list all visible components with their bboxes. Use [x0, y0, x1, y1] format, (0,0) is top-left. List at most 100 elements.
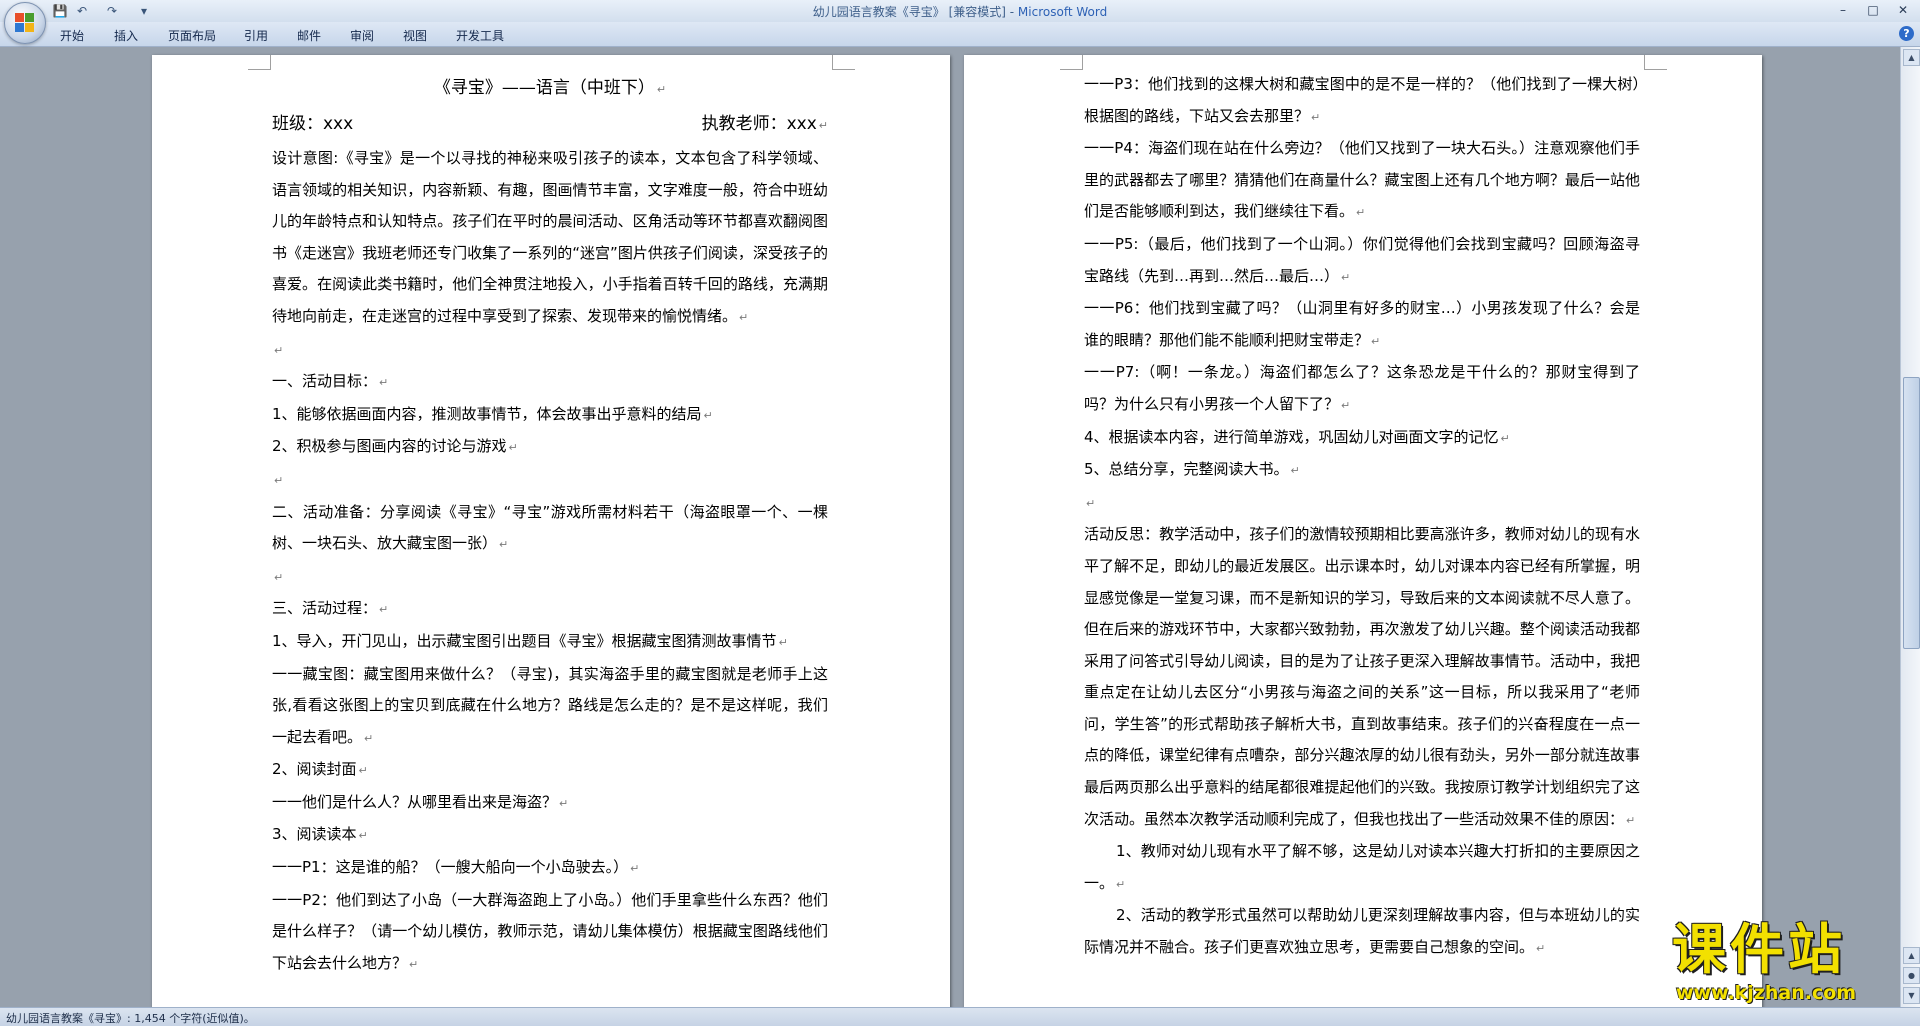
paragraph: 1、导入，开门见山，出示藏宝图引出题目《寻宝》根据藏宝图猜测故事情节 ↵ [272, 626, 828, 659]
next-page-button[interactable]: ▼ [1903, 987, 1920, 1004]
paragraph: 一一P3：他们找到的这棵大树和藏宝图中的是不是一样的？（他们找到了一棵大树）根据… [1084, 69, 1640, 133]
document-workspace[interactable]: 《寻宝》——语言（中班下） ↵ 班级：xxx 执教老师：xxx ↵ 设计意图:《寻宝… [0, 47, 1900, 1007]
office-button[interactable] [4, 2, 46, 44]
paragraph: 活动反思：教学活动中，孩子们的激情较预期相比要高涨许多，教师对幼儿的现有水平了解… [1084, 519, 1640, 836]
tab-insert[interactable]: 插入 [114, 27, 138, 44]
paragraph: 三、活动过程： ↵ [272, 593, 828, 626]
app-name: Microsoft Word [1017, 5, 1108, 19]
paragraph-mark: ↵ [1500, 431, 1510, 445]
maximize-button[interactable]: □ [1862, 2, 1884, 18]
paragraph-text: 一一P1：这是谁的船？（一艘大船向一个小岛驶去。） [272, 858, 629, 877]
tab-page-layout[interactable]: 页面布局 [168, 27, 216, 44]
paragraph-mark: ↵ [1290, 464, 1300, 478]
paragraph-mark: ↵ [1626, 813, 1636, 827]
paragraph-text: 一一P2：他们到达了小岛（一大群海盗跑上了小岛。）他们手里拿些什么东西？他们是什… [272, 890, 828, 972]
paragraph: 一一P2：他们到达了小岛（一大群海盗跑上了小岛。）他们手里拿些什么东西？他们是什… [272, 885, 828, 981]
paragraph-mark: ↵ [379, 376, 389, 390]
tab-review[interactable]: 审阅 [350, 27, 374, 44]
paragraph-mark: ↵ [778, 635, 788, 649]
paragraph: 2、阅读封面 ↵ [272, 754, 828, 787]
paragraph-text: 一一P5:（最后，他们找到了一个山洞。）你们觉得他们会找到宝藏吗？回顾海盗寻宝路… [1084, 234, 1640, 285]
paragraph-mark: ↵ [274, 343, 284, 357]
paragraph-mark: ↵ [1371, 334, 1381, 348]
paragraph-mark: ↵ [1341, 398, 1351, 412]
paragraph-text: 一一藏宝图：藏宝图用来做什么？（寻宝)，其实海盗手里的藏宝图就是老师手上这张,看… [272, 664, 828, 746]
tab-home[interactable]: 开始 [60, 27, 84, 44]
tab-mailings[interactable]: 邮件 [297, 27, 321, 44]
paragraph-mark: ↵ [1536, 942, 1546, 956]
paragraph-mark: ↵ [274, 473, 284, 487]
paragraph-text: 活动反思：教学活动中，孩子们的激情较预期相比要高涨许多，教师对幼儿的现有水平了解… [1084, 525, 1640, 828]
help-icon[interactable]: ? [1899, 26, 1914, 41]
paragraph: ↵ [272, 334, 828, 367]
page-left-content: 《寻宝》——语言（中班下） ↵ 班级：xxx 执教老师：xxx ↵ 设计意图:《寻宝… [272, 71, 828, 980]
paragraph-text: 设计意图:《寻宝》是一个以寻找的神秘来吸引孩子的读本，文本包含了科学领域、语言领… [272, 149, 828, 325]
paragraph-mark: ↵ [703, 408, 713, 422]
paragraph-text: 5、总结分享，完整阅读大书。 [1084, 460, 1289, 479]
paragraph: 一一P4：海盗们现在站在什么旁边？（他们又找到了一块大石头。）注意观察他们手里的… [1084, 133, 1640, 229]
paragraph: 5、总结分享，完整阅读大书。 ↵ [1084, 454, 1640, 487]
paragraph-mark: ↵ [630, 862, 640, 876]
left-paragraphs: 设计意图:《寻宝》是一个以寻找的神秘来吸引孩子的读本，文本包含了科学领域、语言领… [272, 143, 828, 980]
document-heading: 《寻宝》——语言（中班下） ↵ [433, 78, 667, 98]
paragraph-mark: ↵ [499, 538, 509, 552]
paragraph: 一一P1：这是谁的船？（一艘大船向一个小岛驶去。） ↵ [272, 852, 828, 885]
page-left[interactable]: 《寻宝》——语言（中班下） ↵ 班级：xxx 执教老师：xxx ↵ 设计意图:《寻宝… [152, 55, 950, 1007]
vertical-scrollbar[interactable]: ▲ ▲ ● ▼ [1900, 47, 1920, 1007]
crop-mark [832, 55, 855, 70]
paragraph-mark: ↵ [358, 829, 368, 843]
paragraph-text: 1、导入，开门见山，出示藏宝图引出题目《寻宝》根据藏宝图猜测故事情节 [272, 631, 777, 650]
paragraph: 一、活动目标： ↵ [272, 366, 828, 399]
paragraph-text: 2、阅读封面 [272, 760, 357, 779]
scroll-thumb[interactable] [1903, 377, 1920, 649]
close-button[interactable]: ✕ [1892, 2, 1914, 18]
minimize-button[interactable]: – [1832, 2, 1854, 18]
paragraph-mark: ↵ [364, 731, 374, 745]
paragraph-text: 二、活动准备：分享阅读《寻宝》“寻宝”游戏所需材料若干（海盗眼罩一个、一棵树、一… [272, 502, 828, 553]
browse-object-button[interactable]: ● [1903, 967, 1920, 984]
paragraph: 一一P5:（最后，他们找到了一个山洞。）你们觉得他们会找到宝藏吗？回顾海盗寻宝路… [1084, 229, 1640, 293]
tab-references[interactable]: 引用 [244, 27, 268, 44]
status-bar: 幼儿园语言教案《寻宝》: 1,454 个字符(近似值)。 [0, 1007, 1920, 1026]
watermark-brand: 课件站 [1672, 918, 1846, 981]
window-title: 幼儿园语言教案《寻宝》 [兼容模式] - Microsoft Word [0, 3, 1920, 20]
paragraph: 1、能够依据画面内容，推测故事情节，体会故事出乎意料的结局 ↵ [272, 399, 828, 432]
paragraph-text: 2、积极参与图画内容的讨论与游戏 [272, 437, 507, 456]
paragraph-text: 三、活动过程： [272, 599, 378, 618]
page-right-content: 一一P3：他们找到的这棵大树和藏宝图中的是不是一样的？（他们找到了一棵大树）根据… [1084, 69, 1640, 965]
class-teacher-row: 班级：xxx 执教老师：xxx ↵ [272, 107, 828, 143]
right-paragraphs: 一一P3：他们找到的这棵大树和藏宝图中的是不是一样的？（他们找到了一棵大树）根据… [1084, 69, 1640, 965]
paragraph-mark: ↵ [1116, 877, 1126, 891]
paragraph-text: 一一P3：他们找到的这棵大树和藏宝图中的是不是一样的？（他们找到了一棵大树）根据… [1084, 75, 1640, 125]
tab-view[interactable]: 视图 [403, 27, 427, 44]
paragraph-mark: ↵ [379, 603, 389, 617]
scroll-up-button[interactable]: ▲ [1903, 49, 1920, 66]
tab-developer[interactable]: 开发工具 [456, 27, 504, 44]
title-bar: 💾 ↶ ↷ ▾ 幼儿园语言教案《寻宝》 [兼容模式] - Microsoft W… [0, 0, 1920, 44]
paragraph-text: 2、活动的教学形式虽然可以帮助幼儿更深刻理解故事内容，但与本班幼儿的实际情况并不… [1084, 906, 1640, 957]
paragraph: ↵ [1084, 487, 1640, 520]
paragraph: 3、阅读读本 ↵ [272, 819, 828, 852]
paragraph: 4、根据读本内容，进行简单游戏，巩固幼儿对画面文字的记忆 ↵ [1084, 422, 1640, 455]
paragraph: 一一P7:（啊！一条龙。）海盗们都怎么了？这条恐龙是干什么的？那财宝得到了吗？为… [1084, 357, 1640, 421]
previous-page-button[interactable]: ▲ [1903, 947, 1920, 964]
paragraph-mark: ↵ [1341, 270, 1351, 284]
paragraph: 2、积极参与图画内容的讨论与游戏 ↵ [272, 431, 828, 464]
word-count-status[interactable]: 幼儿园语言教案《寻宝》: 1,454 个字符(近似值)。 [6, 1010, 255, 1026]
paragraph: 二、活动准备：分享阅读《寻宝》“寻宝”游戏所需材料若干（海盗眼罩一个、一棵树、一… [272, 497, 828, 561]
crop-mark [248, 55, 271, 70]
paragraph-mark: ↵ [409, 957, 419, 971]
office-logo-icon [15, 13, 35, 33]
paragraph-mark: ↵ [1356, 206, 1366, 220]
paragraph: 一一P6：他们找到宝藏了吗？（山洞里有好多的财宝…）小男孩发现了什么？会是谁的眼… [1084, 293, 1640, 357]
paragraph-mark: ↵ [508, 441, 518, 455]
crop-mark [1644, 55, 1667, 70]
teacher-label: 执教老师：xxx ↵ [701, 114, 828, 134]
paragraph: 设计意图:《寻宝》是一个以寻找的神秘来吸引孩子的读本，文本包含了科学领域、语言领… [272, 143, 828, 334]
paragraph-mark: ↵ [274, 570, 284, 584]
paragraph-mark: ↵ [559, 796, 569, 810]
page-right[interactable]: 一一P3：他们找到的这棵大树和藏宝图中的是不是一样的？（他们找到了一棵大树）根据… [964, 55, 1762, 1007]
document-title: 幼儿园语言教案《寻宝》 [兼容模式] - [812, 5, 1018, 19]
watermark-url: www.kjzhan.com [1676, 982, 1857, 1004]
ribbon-tab-bar: 开始 插入 页面布局 引用 邮件 审阅 视图 开发工具 ? [0, 22, 1920, 47]
